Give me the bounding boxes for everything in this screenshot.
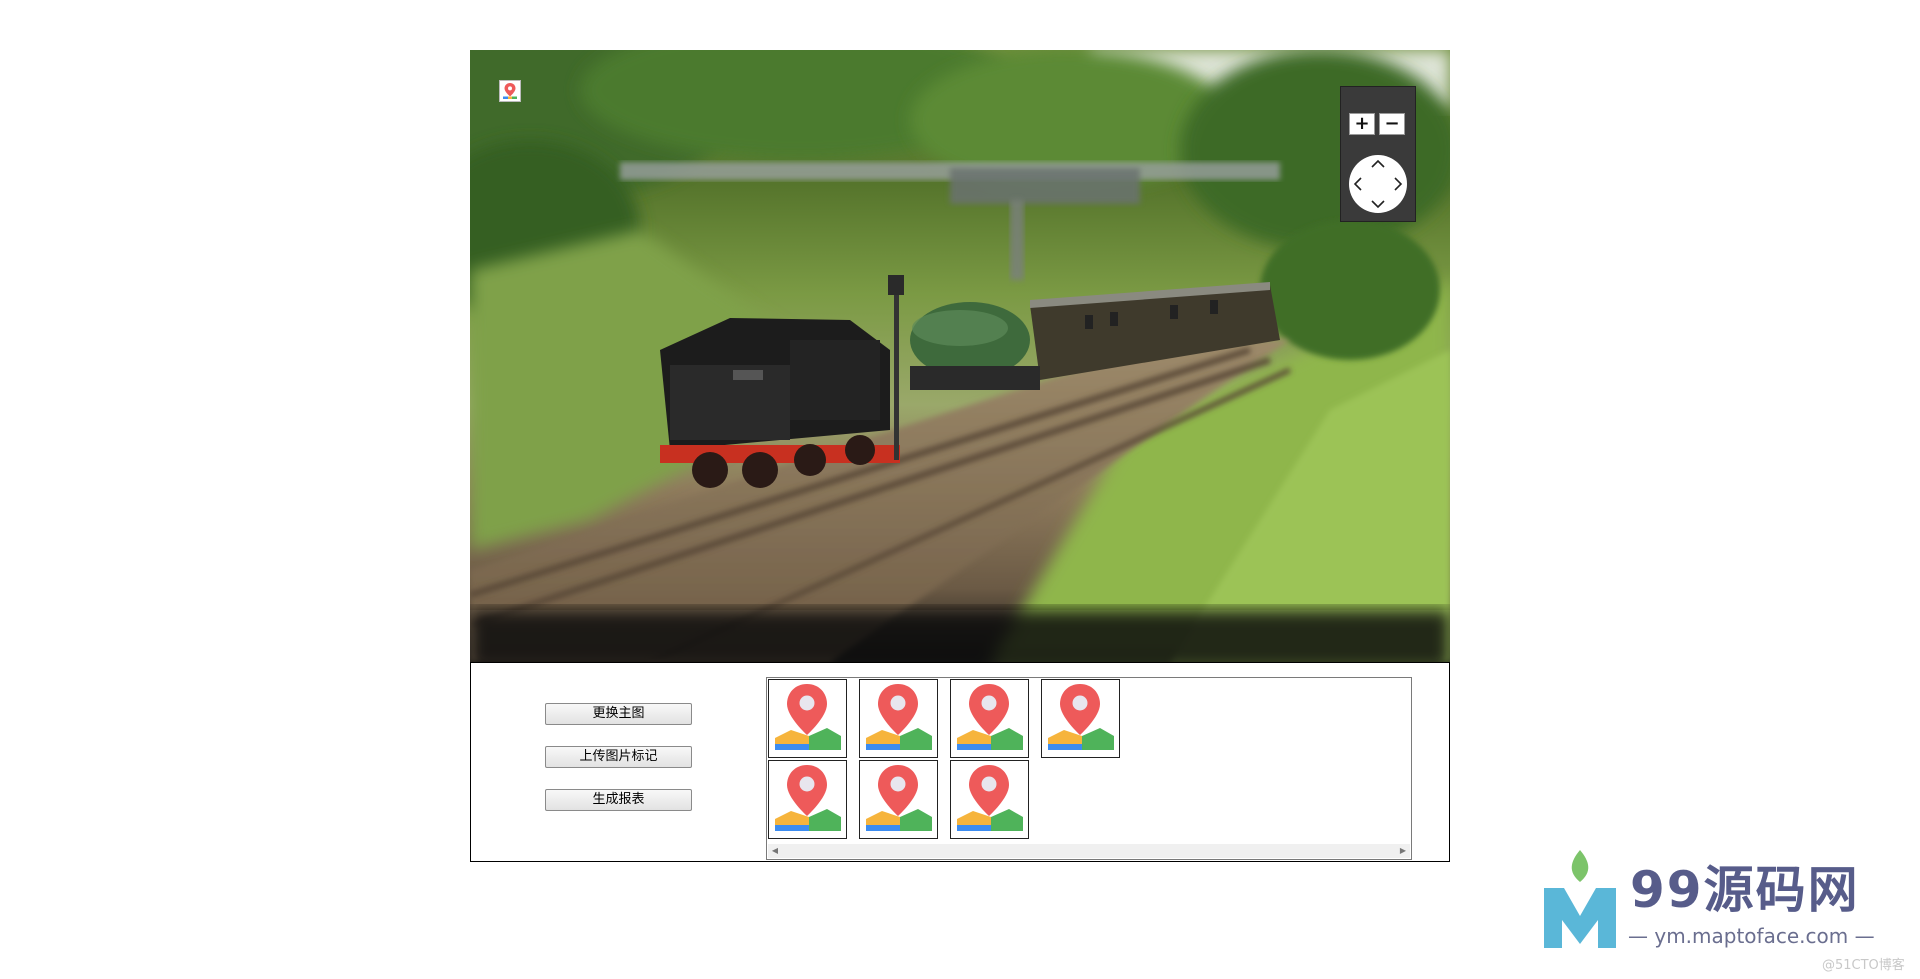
scroll-right-icon[interactable]: ▶	[1396, 844, 1410, 858]
scroll-left-icon[interactable]: ◀	[768, 844, 782, 858]
marker-thumbnail[interactable]	[1041, 679, 1120, 758]
pan-up-icon[interactable]	[1371, 159, 1385, 168]
marker-thumbnail[interactable]	[950, 679, 1029, 758]
map-navigation-control: + −	[1340, 86, 1416, 222]
marker-thumbnail[interactable]	[768, 679, 847, 758]
site-watermark: 99源码网 — ym.maptoface.com —	[1540, 848, 1900, 958]
marker-thumbnail[interactable]	[859, 760, 938, 839]
generate-report-button[interactable]: 生成报表	[545, 789, 692, 811]
upload-image-marker-button[interactable]: 上传图片标记	[545, 746, 692, 768]
map-pin-icon	[503, 83, 517, 99]
zoom-out-button[interactable]: −	[1379, 113, 1405, 135]
photo-marker-pin[interactable]	[499, 80, 521, 102]
zoom-in-button[interactable]: +	[1349, 113, 1375, 135]
pan-down-icon[interactable]	[1371, 200, 1385, 209]
map-location-icon	[775, 765, 841, 831]
pan-right-icon[interactable]	[1394, 177, 1403, 191]
map-location-icon	[957, 684, 1023, 750]
watermark-credit: @51CTO博客	[1822, 958, 1905, 973]
map-location-icon	[775, 684, 841, 750]
map-location-icon	[866, 684, 932, 750]
marker-thumbnail[interactable]	[768, 760, 847, 839]
marker-thumbnail-list: ◀ ▶	[766, 677, 1412, 860]
watermark-url: — ym.maptoface.com —	[1628, 924, 1875, 948]
control-panel: 更换主图 上传图片标记 生成报表 ◀ ▶	[470, 662, 1450, 862]
pan-control[interactable]	[1349, 155, 1407, 213]
map-location-icon	[957, 765, 1023, 831]
pan-left-icon[interactable]	[1353, 177, 1362, 191]
change-main-image-button[interactable]: 更换主图	[545, 703, 692, 725]
watermark-logo-icon	[1544, 850, 1616, 948]
horizontal-scrollbar[interactable]: ◀ ▶	[768, 844, 1410, 858]
watermark-title: 99源码网	[1630, 861, 1860, 919]
steam-train-photo	[470, 50, 1450, 662]
main-image-viewer[interactable]: + −	[470, 50, 1450, 662]
marker-thumbnail[interactable]	[859, 679, 938, 758]
marker-thumbnail[interactable]	[950, 760, 1029, 839]
map-location-icon	[866, 765, 932, 831]
map-location-icon	[1048, 684, 1114, 750]
